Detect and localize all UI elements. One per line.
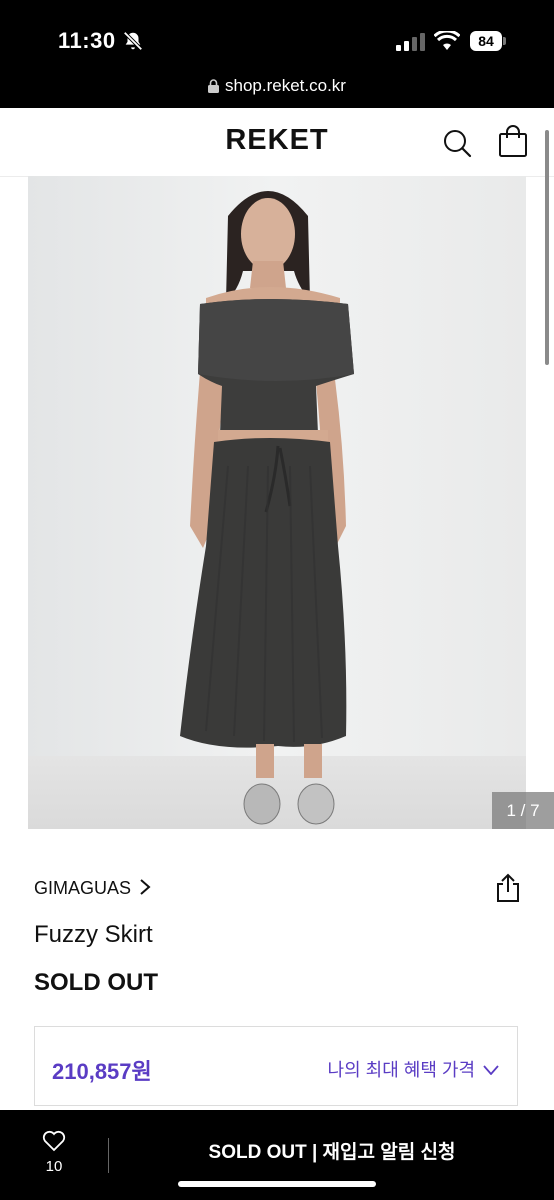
bell-off-icon [123,31,143,51]
product-image[interactable] [28,176,526,829]
share-icon[interactable] [494,873,522,903]
battery-level: 84 [478,33,494,49]
heart-icon[interactable] [42,1130,66,1152]
like-count: 10 [45,1158,63,1175]
lock-icon [208,79,220,93]
home-indicator [178,1181,376,1187]
benefit-label: 나의 최대 혜택 가격 [327,1060,475,1080]
url-bar[interactable]: shop.reket.co.kr [0,76,554,96]
signal-icon [396,33,425,51]
product-name: Fuzzy Skirt [34,921,153,948]
sold-out-label: SOLD OUT [34,969,158,996]
brand-name: GIMAGUAS [34,878,132,898]
product-photo [28,176,526,829]
scrollbar[interactable] [545,130,549,365]
status-time: 11:30 [58,28,116,53]
chevron-down-icon [483,1065,499,1075]
price: 210,857원 [52,1059,152,1084]
divider [108,1138,109,1173]
image-counter: 1 / 7 [492,792,554,829]
brand-link[interactable]: GIMAGUAS [34,878,151,899]
chevron-right-icon [140,879,151,895]
wifi-icon [434,31,460,50]
site-header: REKET [0,108,554,177]
status-bar: 11:30 84 shop.reket.co.kr [0,0,554,108]
battery-tip [503,37,506,45]
battery-icon: 84 [470,31,502,51]
search-icon[interactable] [442,128,472,158]
price-box: 210,857원 나의 최대 혜택 가격 [34,1026,518,1106]
max-benefit-price-toggle[interactable]: 나의 최대 혜택 가격 [328,1056,499,1082]
cart-icon[interactable] [497,124,529,158]
url-text: shop.reket.co.kr [225,76,346,95]
